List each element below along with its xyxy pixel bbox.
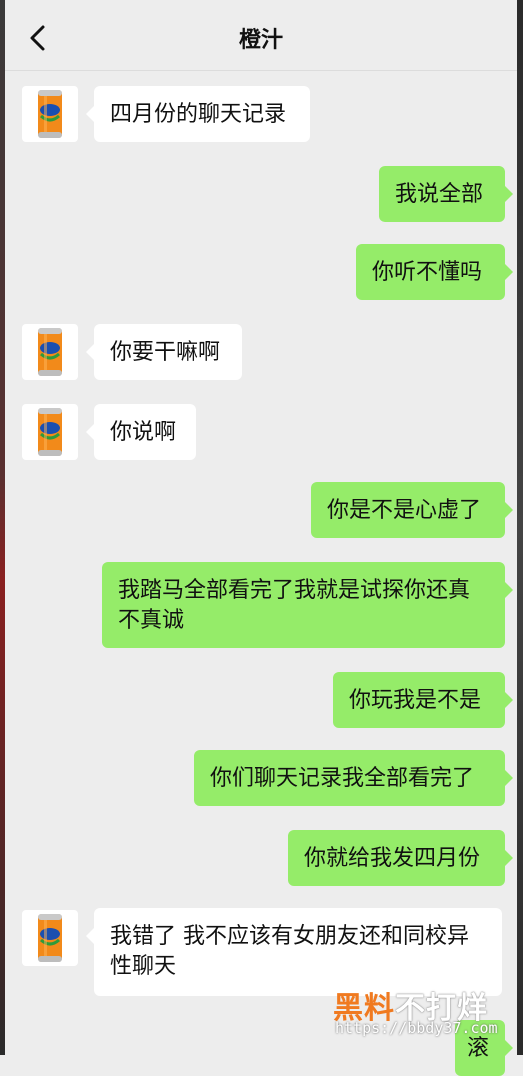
right-edge — [517, 0, 523, 1055]
chat-header: 橙汁 — [5, 0, 517, 71]
message-bubble[interactable]: 你听不懂吗 — [356, 244, 513, 300]
orange-soda-can-icon — [38, 328, 62, 376]
message-bubble[interactable]: 我说全部 — [379, 166, 513, 222]
message-bubble[interactable]: 你们聊天记录我全部看完了 — [194, 750, 513, 806]
watermark-url: https://bbdy37.com — [335, 1019, 498, 1037]
chat-title: 橙汁 — [238, 28, 283, 53]
orange-soda-can-icon — [38, 914, 62, 962]
message-bubble[interactable]: 你玩我是不是 — [333, 672, 513, 728]
message-bubble[interactable]: 你说啊 — [86, 404, 196, 460]
avatar[interactable] — [22, 910, 78, 966]
avatar[interactable] — [22, 86, 78, 142]
orange-soda-can-icon — [38, 408, 62, 456]
avatar[interactable] — [22, 324, 78, 380]
left-edge — [0, 0, 5, 1055]
message-bubble[interactable]: 我踏马全部看完了我就是试探你还真不真诚 — [102, 562, 513, 648]
message-bubble[interactable]: 你要干嘛啊 — [86, 324, 242, 380]
message-bubble[interactable]: 四月份的聊天记录 — [86, 86, 310, 142]
avatar[interactable] — [22, 404, 78, 460]
message-bubble[interactable]: 你就给我发四月份 — [288, 830, 513, 886]
message-bubble[interactable]: 你是不是心虚了 — [311, 482, 513, 538]
orange-soda-can-icon — [38, 90, 62, 138]
watermark: 黑料不打烊 https://bbdy37.com — [333, 983, 523, 1043]
